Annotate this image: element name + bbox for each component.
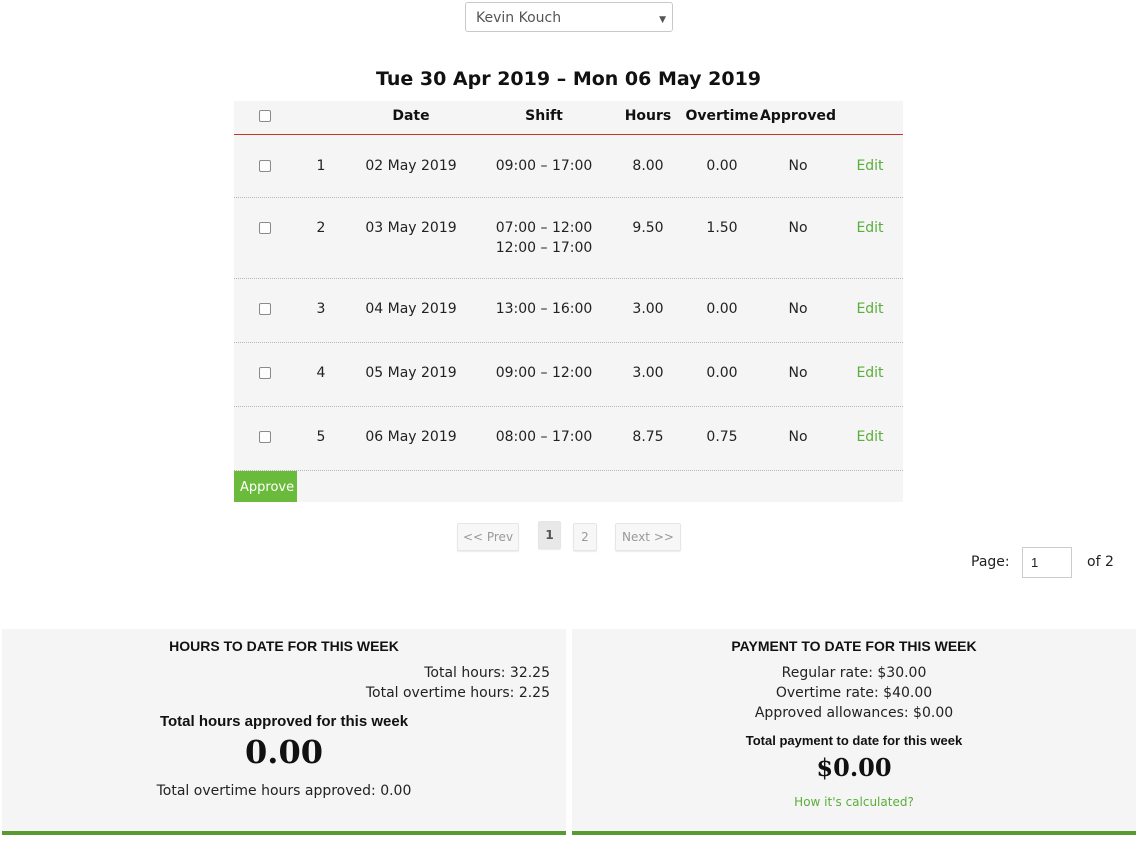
- approve-button[interactable]: Approve: [234, 471, 297, 502]
- total-overtime-hours: Total overtime hours: 2.25: [365, 685, 550, 701]
- row-number: 5: [316, 429, 326, 445]
- row-date: 04 May 2019: [365, 301, 457, 317]
- hours-approved-value: 0.00: [245, 733, 323, 771]
- table-row: 1 02 May 2019 09:00 – 17:00 8.00 0.00 No…: [234, 136, 903, 198]
- row-approved: No: [788, 365, 808, 381]
- chevron-down-icon: ▼: [659, 15, 666, 25]
- edit-link[interactable]: Edit: [840, 220, 900, 236]
- overtime-rate: Overtime rate: $40.00: [775, 685, 933, 701]
- approved-allowances: Approved allowances: $0.00: [754, 705, 954, 721]
- how-calculated-link[interactable]: How it's calculated?: [572, 795, 1136, 809]
- hours-summary-panel: HOURS TO DATE FOR THIS WEEK Total hours:…: [2, 629, 566, 835]
- row-hours: 8.00: [632, 158, 664, 174]
- table-row: 5 06 May 2019 08:00 – 17:00 8.75 0.75 No…: [234, 407, 903, 471]
- edit-link[interactable]: Edit: [840, 158, 900, 174]
- page-number-input[interactable]: [1022, 547, 1072, 578]
- row-checkbox[interactable]: [259, 367, 271, 379]
- row-date: 02 May 2019: [365, 158, 457, 174]
- hours-approved-heading: Total hours approved for this week: [159, 713, 409, 730]
- row-overtime: 0.00: [706, 158, 738, 174]
- row-shift: 09:00 – 12:00: [479, 365, 609, 381]
- select-all-checkbox[interactable]: [259, 110, 271, 122]
- row-date: 06 May 2019: [365, 429, 457, 445]
- row-checkbox[interactable]: [259, 431, 271, 443]
- row-checkbox[interactable]: [259, 222, 271, 234]
- row-date: 05 May 2019: [365, 365, 457, 381]
- row-shift: 13:00 – 16:00: [479, 301, 609, 317]
- row-number: 1: [316, 158, 326, 174]
- row-shift: 08:00 – 17:00: [479, 429, 609, 445]
- row-approved: No: [788, 301, 808, 317]
- shift-time: 09:00 – 12:00: [495, 365, 593, 381]
- header-approved: Approved: [759, 108, 837, 124]
- page-button-2[interactable]: 2: [573, 523, 597, 551]
- overtime-approved: Total overtime hours approved: 0.00: [156, 783, 412, 799]
- hours-panel-title: HOURS TO DATE FOR THIS WEEK: [169, 638, 399, 654]
- total-hours: Total hours: 32.25: [424, 665, 550, 681]
- employee-select-value: Kevin Kouch: [476, 10, 562, 26]
- shift-time: 13:00 – 16:00: [495, 301, 593, 317]
- shift-time: 07:00 – 12:00: [495, 220, 593, 236]
- shift-time: 08:00 – 17:00: [495, 429, 593, 445]
- row-number: 4: [316, 365, 326, 381]
- payment-panel-title: PAYMENT TO DATE FOR THIS WEEK: [731, 638, 977, 654]
- table-row: 3 04 May 2019 13:00 – 16:00 3.00 0.00 No…: [234, 279, 903, 343]
- next-page-button[interactable]: Next >>: [615, 523, 681, 551]
- row-overtime: 0.75: [706, 429, 738, 445]
- row-hours: 9.50: [632, 220, 664, 236]
- row-overtime: 0.00: [706, 365, 738, 381]
- row-overtime: 1.50: [706, 220, 738, 236]
- timesheet-table: Date Shift Hours Overtime Approved 1 02 …: [234, 101, 903, 502]
- row-number: 2: [316, 220, 326, 236]
- row-date: 03 May 2019: [365, 220, 457, 236]
- table-row: 2 03 May 2019 07:00 – 12:00 12:00 – 17:0…: [234, 198, 903, 279]
- row-approved: No: [788, 429, 808, 445]
- table-row: 4 05 May 2019 09:00 – 12:00 3.00 0.00 No…: [234, 343, 903, 407]
- header-overtime: Overtime: [685, 108, 759, 124]
- regular-rate: Regular rate: $30.00: [781, 665, 927, 681]
- row-shift: 09:00 – 17:00: [479, 158, 609, 174]
- edit-link[interactable]: Edit: [840, 301, 900, 317]
- edit-link[interactable]: Edit: [840, 429, 900, 445]
- row-hours: 3.00: [632, 301, 664, 317]
- header-date: Date: [392, 108, 430, 124]
- shift-time: 09:00 – 17:00: [495, 158, 593, 174]
- row-shift: 07:00 – 12:00 12:00 – 17:00: [479, 218, 609, 258]
- payment-total-value: $0.00: [816, 753, 892, 782]
- row-approved: No: [788, 220, 808, 236]
- week-title: Tue 30 Apr 2019 – Mon 06 May 2019: [375, 68, 762, 90]
- shift-time: 12:00 – 17:00: [495, 240, 593, 256]
- header-hours: Hours: [624, 108, 672, 124]
- row-hours: 3.00: [632, 365, 664, 381]
- page-button-1[interactable]: 1: [538, 521, 561, 549]
- row-approved: No: [788, 158, 808, 174]
- table-header: Date Shift Hours Overtime Approved: [234, 101, 903, 135]
- edit-link[interactable]: Edit: [840, 365, 900, 381]
- page-label: Page:: [971, 554, 1010, 570]
- row-checkbox[interactable]: [259, 160, 271, 172]
- payment-summary-panel: PAYMENT TO DATE FOR THIS WEEK Regular ra…: [572, 629, 1136, 835]
- header-shift: Shift: [525, 108, 563, 124]
- row-checkbox[interactable]: [259, 303, 271, 315]
- page-total-label: of 2: [1087, 554, 1114, 570]
- row-hours: 8.75: [632, 429, 664, 445]
- row-number: 3: [316, 301, 326, 317]
- row-overtime: 0.00: [706, 301, 738, 317]
- prev-page-button[interactable]: << Prev: [457, 523, 519, 551]
- payment-total-heading: Total payment to date for this week: [745, 733, 963, 748]
- employee-select[interactable]: Kevin Kouch ▼: [465, 2, 673, 32]
